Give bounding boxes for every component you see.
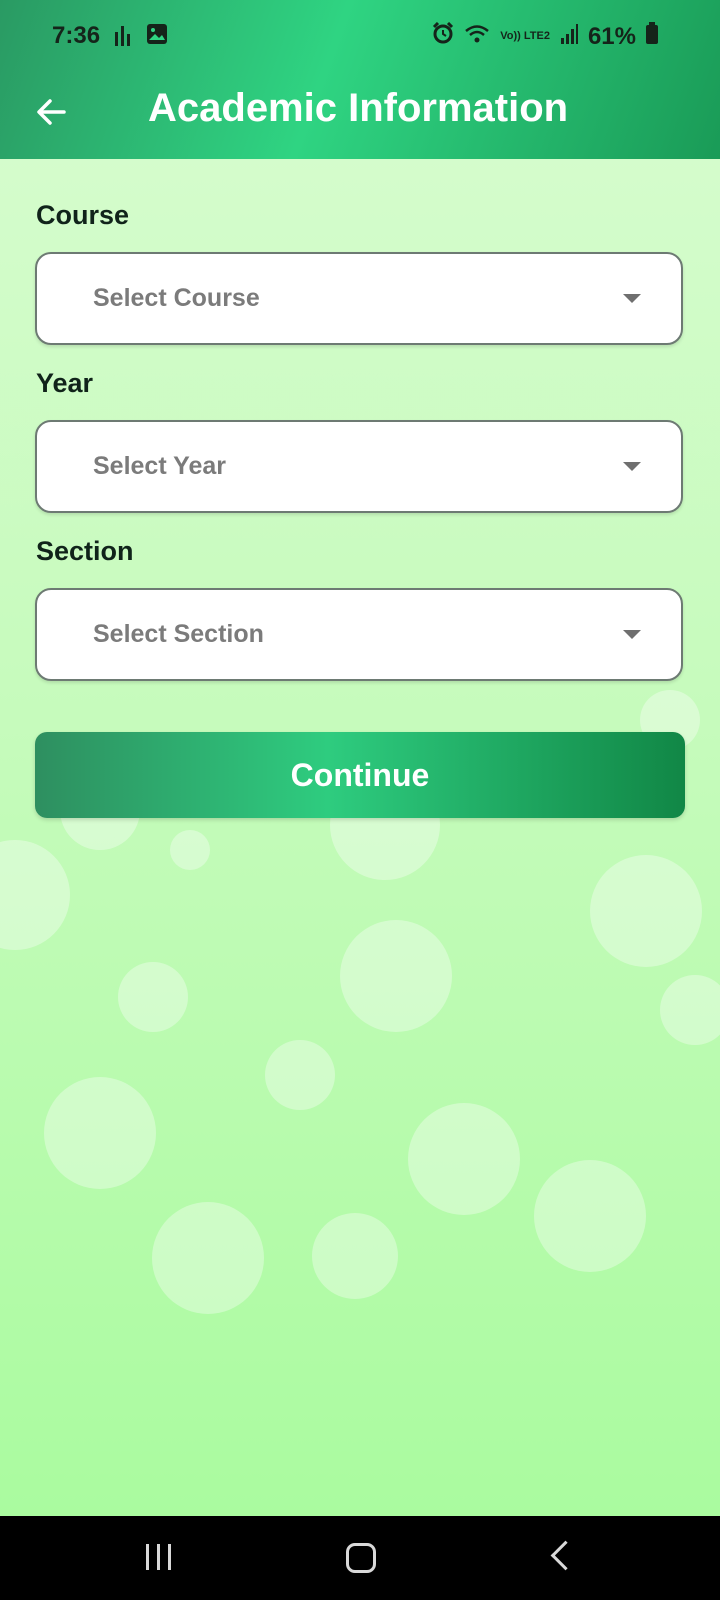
page-title: Academic Information: [148, 86, 569, 130]
status-time: 7:36: [52, 22, 101, 49]
arrow-left-icon: [37, 99, 66, 125]
image-icon: [146, 23, 168, 52]
recent-apps-icon[interactable]: [146, 1544, 171, 1570]
year-placeholder: Select Year: [93, 452, 226, 480]
battery-percent: 61%: [587, 22, 636, 50]
wifi-icon: [464, 23, 490, 51]
alarm-icon: [432, 21, 454, 51]
volte-icon: Vo)) LTE2: [500, 30, 550, 42]
status-bar: 7:36 Vo)) LTE2 61%: [0, 0, 720, 70]
cell-signal-icon: [560, 23, 578, 51]
section-placeholder: Select Section: [93, 620, 264, 648]
section-label: Section: [36, 536, 134, 566]
chevron-down-icon: [623, 462, 641, 471]
home-icon[interactable]: [346, 1543, 376, 1573]
signal-bars-icon: [114, 22, 132, 53]
status-right: Vo)) LTE2 61%: [432, 21, 658, 51]
continue-button[interactable]: Continue: [35, 732, 685, 818]
year-dropdown[interactable]: Select Year: [35, 420, 683, 513]
course-placeholder: Select Course: [93, 284, 260, 312]
chevron-down-icon: [623, 294, 641, 303]
course-dropdown[interactable]: Select Course: [35, 252, 683, 345]
status-left-icons: [114, 22, 168, 53]
year-label: Year: [36, 368, 94, 398]
chevron-down-icon: [623, 630, 641, 639]
course-label: Course: [36, 200, 130, 230]
section-dropdown[interactable]: Select Section: [35, 588, 683, 681]
back-button[interactable]: [30, 90, 74, 134]
battery-icon: [646, 22, 658, 51]
app-bar: 7:36 Vo)) LTE2 61% Academic Information: [0, 0, 720, 159]
